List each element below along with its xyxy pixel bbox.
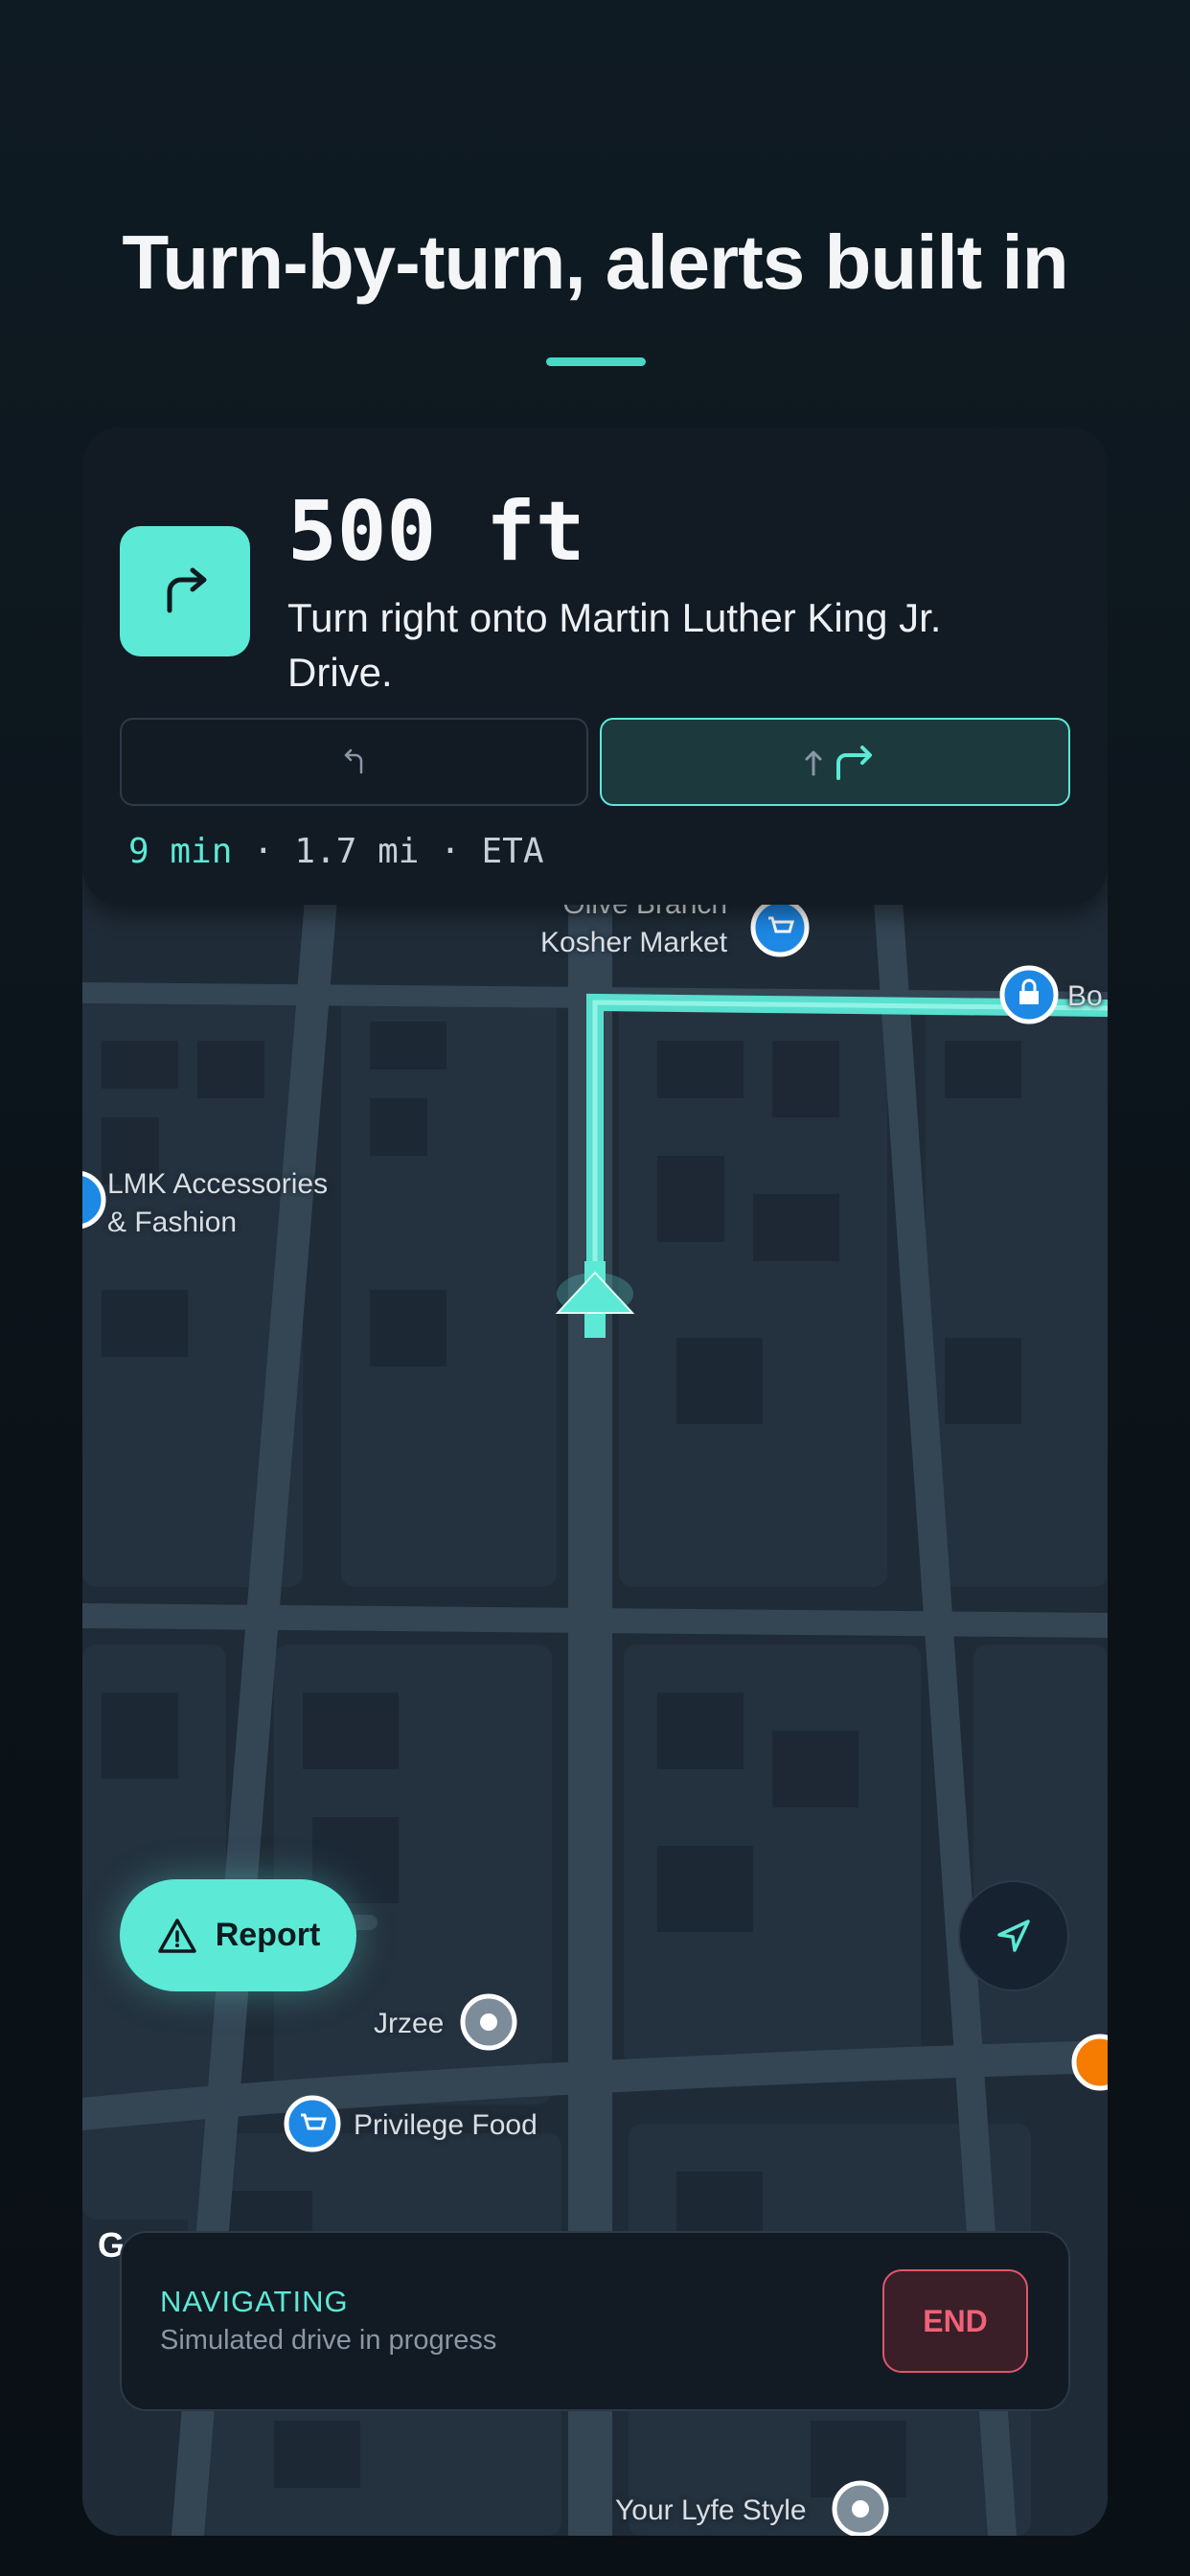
poi-label-jrzee[interactable]: Jrzee — [374, 2005, 444, 2043]
page-headline: Turn-by-turn, alerts built in — [122, 219, 1068, 305]
shopping-cart-icon — [284, 2095, 341, 2152]
restaurant-icon — [1071, 2034, 1108, 2091]
report-label: Report — [215, 1917, 321, 1953]
shopping-bag-icon — [999, 965, 1059, 1024]
poi-label-bo[interactable]: Bo — [1067, 978, 1103, 1016]
headline-underline — [546, 357, 646, 366]
navigation-status-panel: NAVIGATING Simulated drive in progress E… — [120, 2231, 1070, 2411]
shopping-cart-icon — [750, 898, 810, 957]
status-title: NAVIGATING — [160, 2285, 349, 2318]
lane-right-button[interactable] — [600, 718, 1070, 806]
navigation-card: 500 ft Turn right onto Martin Luther Kin… — [82, 427, 1108, 905]
distance-to-turn: 500 ft — [287, 484, 585, 580]
poi-label-lmk[interactable]: LMK Accessories & Fashion — [107, 1165, 328, 1242]
poi-label-your-lyfe-style[interactable]: Your Lyfe Style — [615, 2492, 807, 2530]
eta-minutes: 9 min — [128, 832, 233, 871]
straight-or-right-icon — [805, 746, 872, 780]
turn-instruction: Turn right onto Martin Luther King Jr. D… — [287, 595, 942, 695]
poi-label-privilege-food[interactable]: Privilege Food — [354, 2106, 538, 2145]
navigation-arrow-icon — [997, 1920, 1030, 1952]
turn-left-icon — [344, 748, 362, 774]
eta-summary: 9 min · 1.7 mi · ETA — [128, 832, 544, 871]
lane-left-button[interactable] — [120, 718, 588, 806]
eta-label: ETA — [481, 832, 544, 871]
place-icon — [460, 1993, 517, 2051]
report-button[interactable]: Report — [120, 1879, 356, 1991]
eta-separator: · — [419, 832, 482, 871]
eta-distance: 1.7 mi — [294, 832, 420, 871]
eta-separator: · — [232, 832, 295, 871]
phone-frame: Olive Branch Kosher Market Bo LMK Access… — [82, 427, 1108, 2536]
recenter-button[interactable] — [958, 1880, 1069, 1991]
status-subtitle: Simulated drive in progress — [160, 2325, 497, 2356]
end-navigation-button[interactable]: END — [882, 2269, 1028, 2373]
place-icon — [832, 2480, 889, 2536]
warning-icon — [157, 1918, 196, 1953]
turn-right-icon — [120, 526, 250, 656]
